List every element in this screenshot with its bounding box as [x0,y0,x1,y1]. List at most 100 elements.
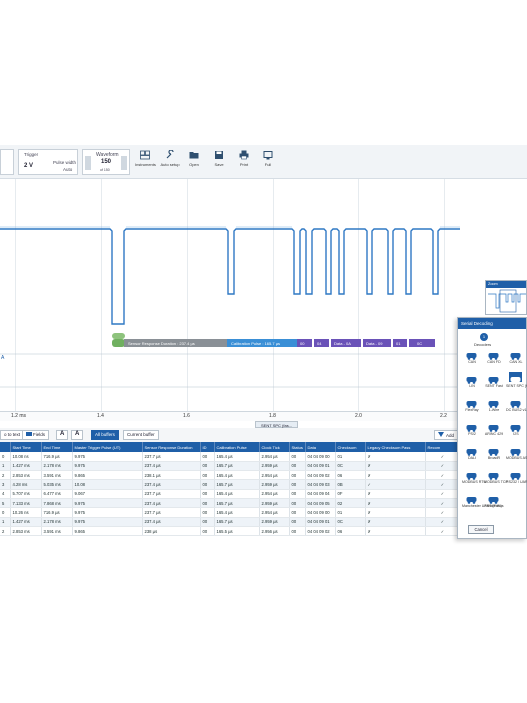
decoders-label: Decoders [474,342,492,347]
column-header[interactable] [0,442,11,452]
waveform-number[interactable]: 150 [101,159,111,165]
column-header[interactable]: Status [289,442,306,452]
table-row[interactable]: 4 5.707 ms 6.477 ms 9.067 237.7 µs 00 165.4 µs… [0,489,459,500]
table-cell: 10.26 ns [10,507,42,518]
add-label: Add [446,433,455,438]
open-button[interactable]: Open [184,150,204,167]
decoder-option-icon[interactable] [465,492,478,504]
decoder-option-icon[interactable] [487,396,500,408]
table-cell: 00 [200,526,215,537]
table-row[interactable]: 1 1.427 ms 2.178 ms 9.975 237.4 µs 00 165.7 µs… [0,517,459,527]
column-header[interactable]: Checksum [335,442,366,452]
trigger-sub-mode[interactable]: Auto [63,167,72,172]
decode-segment-calibration[interactable]: Calibration Pulse : 165.7 µs [227,339,297,347]
table-cell: 0B [335,479,366,490]
waveform-prev-button[interactable] [85,156,91,170]
decoder-option-icon[interactable] [509,348,522,360]
decoder-option-icon[interactable] [487,468,500,480]
trigger-level[interactable]: 2 V [24,163,33,169]
table-cell: 01 [335,507,366,518]
decoder-option-icon[interactable] [465,420,478,432]
decoder-tab[interactable]: SENT SPC (fas... [255,421,299,428]
axis-tick: 1.6 [183,413,190,419]
decoder-option-icon[interactable] [487,492,500,504]
table-row[interactable]: 2 2.853 ms 3.591 ms 9.865 238 µs 00 165.5 µs 2.… [0,526,459,537]
table-row[interactable]: 2 2.853 ms 3.591 ms 9.865 238.1 µs 00 165.4 µs… [0,470,459,481]
decode-segment-data[interactable]: Data - 09 [363,339,391,347]
trigger-mode[interactable]: Pulse width [53,160,76,165]
decode-segment-status[interactable]: 00 [297,339,312,347]
decode-segment-sensor-response[interactable]: Sensor Response Duration : 237.4 µs [124,339,227,347]
decoder-option-icon[interactable] [465,348,478,360]
table-cell: 04 04 09 01 [305,517,336,527]
table-row[interactable]: 0 10.08 ns 716.9 µs 9.975 237.7 µs 00 165.4 µs… [0,452,459,462]
column-header[interactable]: End Time [41,442,73,452]
table-cell: 238.1 µs [142,470,201,481]
decoder-option-icon[interactable] [465,396,478,408]
decoder-option-icon[interactable] [487,444,500,456]
wrench-icon [166,150,174,159]
full-screen-button[interactable]: Full [258,150,278,167]
fields-button[interactable]: Fields [22,430,50,440]
table-cell: 165.7 µs [214,517,260,527]
decoder-option-icon[interactable] [509,420,522,432]
column-header[interactable]: Recom [425,442,459,452]
waveform-next-button[interactable] [121,156,127,170]
print-button[interactable]: Print [234,150,254,167]
decoders-icon[interactable]: 1 [480,333,488,341]
filter-icon [438,432,444,437]
auto-setup-button[interactable]: Auto setup [160,150,180,167]
table-row[interactable]: 3 4.28 ms 5.035 ms 10.08 237.4 µs 00 165.7 µs 2… [0,479,459,490]
decoder-option-icon[interactable] [487,420,500,432]
column-header[interactable]: ID [200,442,215,452]
decoder-option-icon[interactable] [465,468,478,480]
filter-add-button[interactable]: Add [434,430,459,440]
all-buffers-button[interactable]: All buffers [91,430,119,440]
decoder-option-icon[interactable] [487,348,500,360]
table-cell: 00 [289,526,306,537]
current-buffer-button[interactable]: Current buffer [123,430,159,440]
decode-segment-data[interactable]: 01 [393,339,407,347]
table-cell: 237.4 µs [142,498,201,509]
table-row[interactable]: 0 10.26 ns 716.9 µs 9.975 237.7 µs 00 165.4 µs… [0,507,459,518]
cancel-button[interactable]: Cancel [468,525,494,534]
zoom-overview-panel[interactable]: Zoom [485,280,527,315]
decoder-option-label: SENT Fast [485,384,503,388]
font-increase-button[interactable]: A [56,430,69,440]
column-header[interactable]: Calibration Pulse [214,442,260,452]
go-to-text-button[interactable]: o to text [0,430,25,440]
column-header[interactable]: Legacy Checksum Pass [365,442,426,452]
column-header[interactable]: Data [305,442,336,452]
scope-view[interactable]: Sensor Response Duration : 237.4 µs Cali… [0,179,527,411]
column-header[interactable]: Sensor Response Duration [142,442,201,452]
table-cell: 0C [335,461,366,472]
decode-segment-checksum[interactable]: 0C [409,339,435,347]
decoder-option-icon[interactable] [509,396,522,408]
table-row[interactable]: 5 7.133 ms 7.868 ms 9.975 237.4 µs 00 165.7 µs… [0,498,459,509]
decode-segment-data[interactable]: Data - 0A [331,339,361,347]
table-cell: 9.975 [72,452,143,462]
table-cell: 716.9 µs [41,452,73,462]
waveform-control[interactable]: Waveform 150 of 150 [82,149,130,175]
decoder-option-icon[interactable] [509,468,522,480]
column-header[interactable]: Clock Tick [259,442,290,452]
decode-segment-id[interactable]: 04 [314,339,329,347]
channel-control-fragment[interactable] [0,149,14,175]
table-cell: 04 04 09 02 [305,526,336,537]
decoder-option-icon[interactable] [509,444,522,456]
table-cell: 04 04 09 04 [305,489,336,500]
decoder-option-icon[interactable] [509,372,522,384]
decoder-option-icon[interactable] [487,372,500,384]
table-cell: ✗ [365,517,426,527]
decoder-option-label: MODBUS TCP [484,480,508,484]
column-header[interactable]: Master Trigger Pulse (UT) [72,442,143,452]
table-row[interactable]: 1 1.427 ms 2.178 ms 9.975 237.4 µs 00 165.7 µs… [0,461,459,472]
save-button[interactable]: Save [209,150,229,167]
trigger-control[interactable]: Trigger 2 V Pulse width Auto [18,149,78,175]
table-cell: 00 [200,507,215,518]
instruments-button[interactable]: Instruments [135,150,156,167]
font-decrease-button[interactable]: A [71,430,84,440]
decoder-option-icon[interactable] [465,372,478,384]
column-header[interactable]: Start Time [10,442,42,452]
decoder-option-icon[interactable] [465,444,478,456]
